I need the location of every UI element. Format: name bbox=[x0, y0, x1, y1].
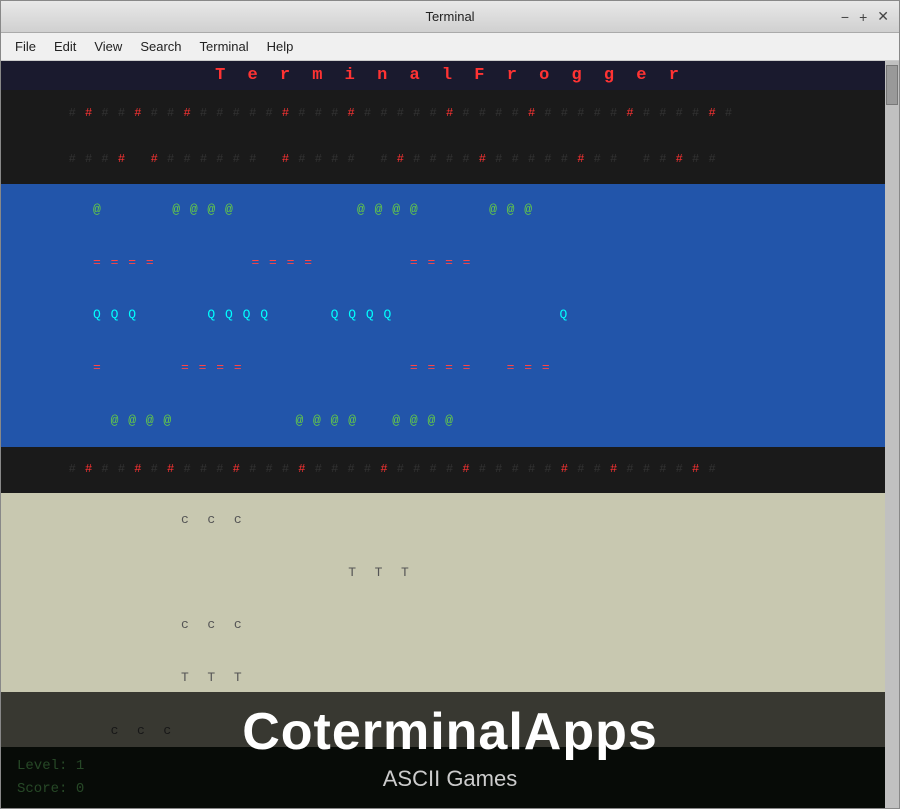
road-area: c c c T T T c c c T T T c c bbox=[1, 493, 899, 747]
status-text: Level: 1 Score: 0 bbox=[17, 755, 84, 800]
menu-search[interactable]: Search bbox=[132, 37, 189, 56]
road-row-4: T T T bbox=[1, 651, 899, 704]
game-title: T e r m i n a l F r o g g e r bbox=[1, 61, 899, 90]
hash-row-1: # # # # # # # # # # # # # # # # # # # # … bbox=[1, 90, 899, 137]
game-title-text: T e r m i n a l F r o g g e r bbox=[215, 66, 685, 85]
level-value: 1 bbox=[76, 758, 84, 774]
close-button[interactable]: ✕ bbox=[877, 8, 889, 25]
score-label: Score: bbox=[17, 781, 67, 797]
maximize-button[interactable]: + bbox=[859, 9, 867, 25]
water-row-logs-1: @ @ @ @ @ @ @ @ @ @ @ @ bbox=[1, 184, 899, 237]
window: Terminal − + ✕ File Edit View Search Ter… bbox=[0, 0, 900, 809]
menu-edit[interactable]: Edit bbox=[46, 37, 84, 56]
scrollbar-thumb[interactable] bbox=[886, 65, 898, 105]
minimize-button[interactable]: − bbox=[841, 9, 849, 25]
road-row-2: T T T bbox=[1, 546, 899, 599]
game-area: T e r m i n a l F r o g g e r # # # # # … bbox=[1, 61, 899, 747]
water-area: @ @ @ @ @ @ @ @ @ @ @ @ = = = = = = = = … bbox=[1, 184, 899, 447]
scrollbar[interactable] bbox=[885, 61, 899, 808]
water-row-equals-1: = = = = = = = = = = = = bbox=[1, 236, 899, 289]
menu-file[interactable]: File bbox=[7, 37, 44, 56]
road-row-3: c c c bbox=[1, 599, 899, 652]
road-row-5: c c c bbox=[1, 704, 899, 747]
menu-help[interactable]: Help bbox=[259, 37, 302, 56]
menu-view[interactable]: View bbox=[86, 37, 130, 56]
water-row-equals-2: = = = = = = = = = = = = bbox=[1, 341, 899, 394]
terminal-area: T e r m i n a l F r o g g e r # # # # # … bbox=[1, 61, 899, 808]
water-row-logs-2: @ @ @ @ @ @ @ @ @ @ @ @ bbox=[1, 394, 899, 447]
score-value: 0 bbox=[76, 781, 84, 797]
level-label: Level: bbox=[17, 758, 67, 774]
title-bar: Terminal − + ✕ bbox=[1, 1, 899, 33]
menu-bar: File Edit View Search Terminal Help bbox=[1, 33, 899, 61]
window-title: Terminal bbox=[425, 9, 474, 24]
status-bar: Level: 1 Score: 0 bbox=[1, 747, 899, 808]
menu-terminal[interactable]: Terminal bbox=[192, 37, 257, 56]
window-controls: − + ✕ bbox=[841, 8, 889, 25]
road-row-1: c c c bbox=[1, 493, 899, 546]
hash-row-2: # # # # # # # # # # # # # # # # # # # # … bbox=[1, 137, 899, 184]
hash-row-3: # # # # # # # # # # # # # # # # # # # # … bbox=[1, 447, 899, 494]
water-row-frogs: Q Q Q Q Q Q Q Q Q Q Q Q bbox=[1, 289, 899, 342]
